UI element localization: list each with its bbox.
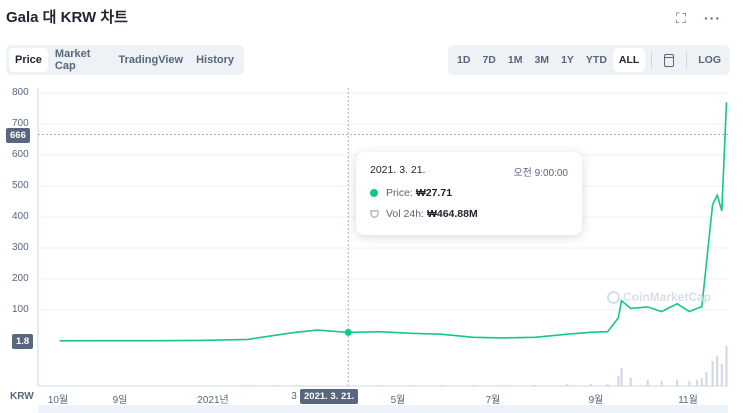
volume-bar [620,368,623,386]
volume-bar [273,385,276,386]
y-tick-label: 800 [12,87,29,98]
y-tick-label: 300 [12,242,29,253]
volume-bar [503,385,506,386]
crosshair-date-tag: 2021. 3. 21. [300,389,359,404]
y-tick-label: 400 [12,211,29,222]
coinmarketcap-logo-icon [607,291,620,305]
range-navigator[interactable] [38,405,728,413]
x-tick-label: 3 [291,391,297,402]
volume-bar [410,385,413,386]
volume-bar [646,380,649,386]
x-tick-label: 2021년 [197,395,229,406]
volume-bar [617,376,620,386]
volume-bar [705,372,708,386]
tooltip-volume-value: ₩464.88M [426,208,478,220]
volume-bar [246,385,249,386]
currency-label: KRW [10,391,34,402]
current-price-tag: 1.8 [12,334,34,349]
volume-bar [347,384,350,386]
volume-bar [534,385,537,386]
volume-bar [711,361,714,386]
x-tick-label: 9일 [112,395,128,406]
volume-bar [629,378,632,386]
volume-bar [700,378,703,386]
y-tick-label: 600 [12,149,29,160]
volume-bar [688,381,691,386]
chart-tooltip: 2021. 3. 21. 오전 9:00:00 Price: ₩27.71 Vo… [356,152,582,235]
tooltip-price-value: ₩27.71 [415,187,453,199]
watermark-text: CoinMarketCap [623,290,712,304]
tooltip-price-label: Price: [386,187,413,199]
volume-bar [294,385,297,386]
x-tick-label: 7월 [485,395,501,406]
tooltip-time: 오전 9:00:00 [513,168,568,179]
volume-bar [606,384,609,386]
price-dot-icon [370,189,378,197]
volume-bar [378,385,381,386]
volume-bar [589,384,592,386]
watermark: CoinMarketCap [607,290,712,305]
y-tick-label: 100 [12,304,29,315]
volume-bar [439,385,442,386]
x-tick-label: 5월 [390,395,406,406]
volume-bar [676,380,679,386]
tooltip-volume-row: Vol 24h: ₩464.88M [370,208,478,220]
hover-point [344,328,352,336]
volume-bar [720,364,723,386]
y-tick-label: 200 [12,273,29,284]
x-tick-label: 10월 [47,395,69,406]
x-tick-label: 9월 [588,395,604,406]
volume-bar [566,384,569,386]
tooltip-volume-label: Vol 24h: [386,208,424,220]
volume-bar [716,356,719,386]
y-tick-label: 500 [12,180,29,191]
crosshair-price-tag: 666 [6,128,30,143]
volume-icon [370,210,379,218]
tooltip-date: 2021. 3. 21. [370,164,426,176]
volume-bar [696,380,699,386]
volume-bar [472,385,475,386]
x-tick-label: 11월 [678,395,698,406]
tooltip-price-row: Price: ₩27.71 [370,187,452,199]
volume-bar [660,381,663,386]
volume-bar [316,385,319,386]
volume-bar [725,346,728,386]
